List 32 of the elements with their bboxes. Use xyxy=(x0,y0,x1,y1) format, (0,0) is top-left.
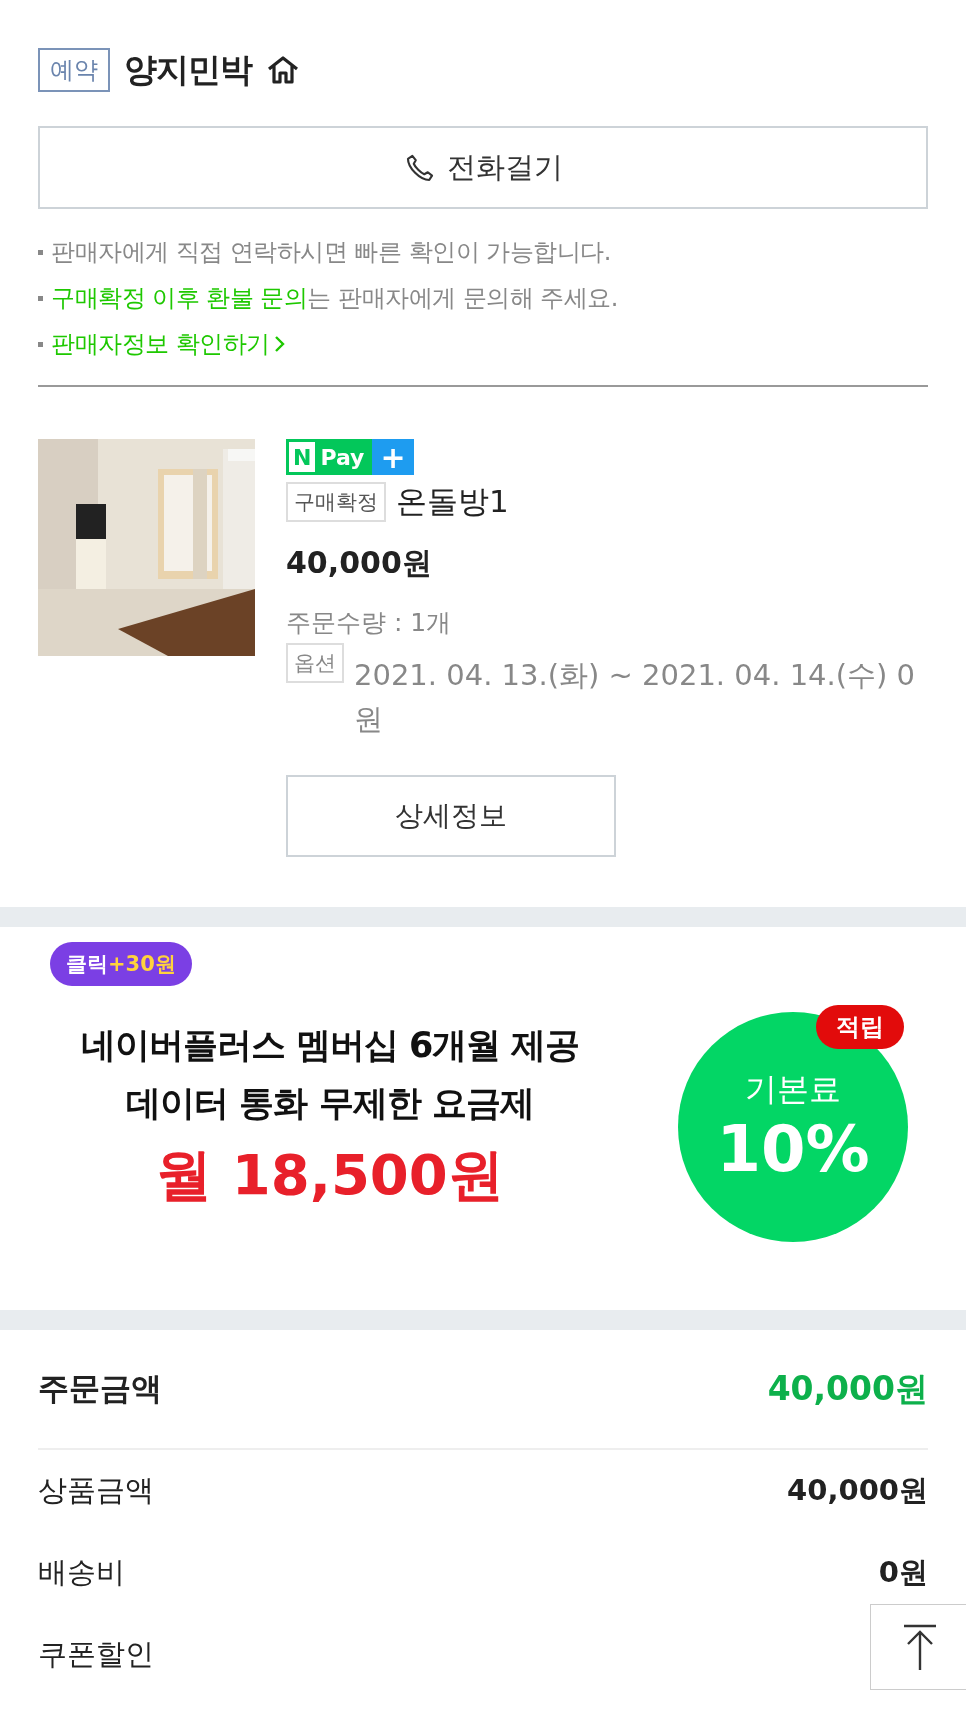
banner-line: 데이터 통화 무제한 요금제 xyxy=(125,1082,535,1125)
click-reward-badge: 클릭+30원 xyxy=(50,942,192,986)
home-icon[interactable] xyxy=(266,55,300,85)
product-price: 40,000원 xyxy=(286,544,432,582)
option-tag: 옵션 xyxy=(286,643,344,683)
total-label: 주문금액 xyxy=(38,1369,162,1408)
bullet-icon xyxy=(38,249,43,255)
summary-value: 0원 xyxy=(878,1554,928,1591)
circle-label: 기본료 xyxy=(745,1069,841,1110)
scroll-top-button[interactable] xyxy=(870,1604,966,1690)
summary-label: 쿠폰할인 xyxy=(38,1636,154,1673)
total-value: 40,000원 xyxy=(767,1367,928,1410)
reservation-badge: 예약 xyxy=(38,48,110,92)
option-text: 2021. 04. 13.(화) ~ 2021. 04. 14.(수) 0원 xyxy=(354,657,917,738)
call-button[interactable]: 전화걸기 xyxy=(38,126,928,209)
summary-label: 상품금액 xyxy=(38,1472,154,1509)
reward-tag: 적립 xyxy=(816,1005,904,1049)
status-tag: 구매확정 xyxy=(286,482,386,522)
bullet-icon xyxy=(38,341,43,347)
shop-title: 양지민박 xyxy=(124,48,252,91)
note-text: 구매확정 이후 환불 문의는 판매자에게 문의해 주세요. xyxy=(51,283,618,314)
naver-pay-badge: N Pay + xyxy=(286,439,414,475)
banner-price: 월 18,500원 xyxy=(155,1141,505,1209)
bullet-icon xyxy=(38,295,43,301)
product-name: 온돌방1 xyxy=(396,482,509,521)
banner-line: 네이버플러스 멤버십 6개월 제공 xyxy=(79,1024,581,1067)
circle-value: 10% xyxy=(716,1112,870,1186)
summary-value: 40,000원 xyxy=(787,1472,928,1509)
detail-button[interactable]: 상세정보 xyxy=(286,775,616,857)
note-text: 판매자에게 직접 연락하시면 빠른 확인이 가능합니다. xyxy=(51,237,611,268)
order-quantity: 주문수량 : 1개 xyxy=(286,607,452,639)
summary-label: 배송비 xyxy=(38,1554,125,1591)
